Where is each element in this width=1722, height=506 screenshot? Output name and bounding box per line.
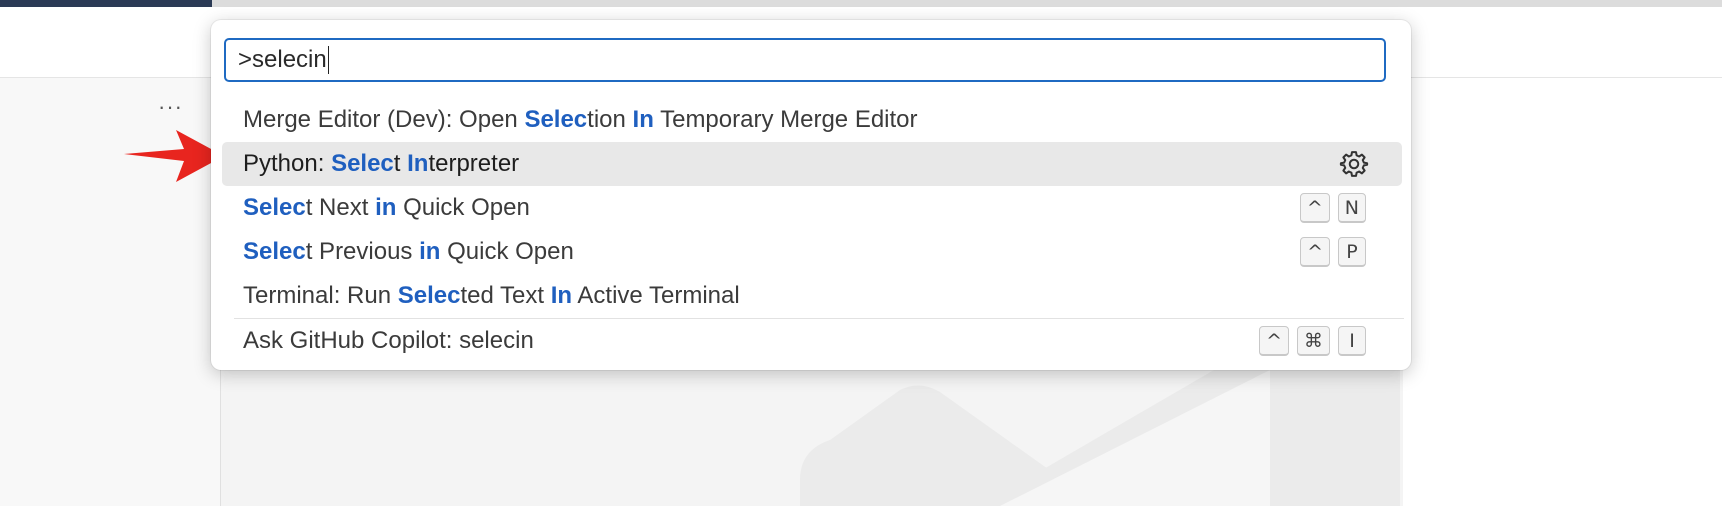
label-text: t Next xyxy=(305,194,376,221)
command-palette-results: Merge Editor (Dev): Open Selection In Te… xyxy=(222,98,1404,363)
command-item-label: Select Previous in Quick Open xyxy=(243,238,574,266)
match-highlight: Selec xyxy=(243,194,306,221)
label-text: Quick Open xyxy=(440,238,574,265)
match-highlight: In xyxy=(632,106,654,133)
keybinding: ^ ⌘ I xyxy=(1259,326,1366,356)
label-text: t xyxy=(393,150,408,177)
command-item-ask-copilot[interactable]: Ask GitHub Copilot: selecin ^ ⌘ I xyxy=(222,319,1402,363)
command-item-merge-editor[interactable]: Merge Editor (Dev): Open Selection In Te… xyxy=(222,98,1402,142)
key-p: P xyxy=(1338,237,1366,267)
match-highlight: in xyxy=(419,238,441,265)
keybinding: ^ P xyxy=(1300,237,1366,267)
command-item-label: Ask GitHub Copilot: selecin xyxy=(243,327,534,355)
command-item-select-next[interactable]: Select Next in Quick Open ^ N xyxy=(222,186,1402,230)
label-text: ted Text xyxy=(460,282,551,309)
title-bar-dark-segment xyxy=(0,0,212,7)
match-highlight: Selec xyxy=(243,238,306,265)
key-control: ^ xyxy=(1299,193,1330,223)
label-text: terpreter xyxy=(428,150,520,177)
label-text: tion xyxy=(587,106,633,133)
key-n: N xyxy=(1337,193,1366,223)
match-highlight: Selec xyxy=(524,106,588,133)
text-caret xyxy=(327,46,329,74)
label-text: Merge Editor (Dev): Open xyxy=(243,106,525,133)
command-item-terminal-run-selected[interactable]: Terminal: Run Selected Text In Active Te… xyxy=(222,274,1402,318)
command-item-label: Terminal: Run Selected Text In Active Te… xyxy=(243,282,740,310)
match-highlight: Selec xyxy=(397,282,461,309)
label-text: Terminal: Run xyxy=(243,282,398,309)
match-highlight: In xyxy=(407,150,429,177)
match-highlight: In xyxy=(550,282,573,309)
command-item-python-select-interpreter[interactable]: Python: Select Interpreter xyxy=(222,142,1402,186)
keybinding: ^ N xyxy=(1299,193,1366,223)
label-text: Active Terminal xyxy=(572,282,740,309)
match-highlight: Selec xyxy=(331,150,394,177)
gear-icon[interactable] xyxy=(1339,149,1369,179)
command-item-label: Python: Select Interpreter xyxy=(243,150,519,178)
key-control: ^ xyxy=(1259,326,1289,356)
label-text: Quick Open xyxy=(396,194,530,221)
label-text: Python: xyxy=(243,150,332,177)
command-palette-input[interactable]: >selecin xyxy=(224,38,1386,82)
key-command: ⌘ xyxy=(1297,326,1330,356)
label-text: t Previous xyxy=(305,238,420,265)
right-panel xyxy=(1403,78,1722,506)
command-item-select-previous[interactable]: Select Previous in Quick Open ^ P xyxy=(222,230,1402,274)
command-item-label: Select Next in Quick Open xyxy=(243,194,530,222)
command-palette-query: >selecin xyxy=(238,46,327,73)
command-item-label: Merge Editor (Dev): Open Selection In Te… xyxy=(243,106,918,134)
key-i: I xyxy=(1338,326,1366,356)
more-actions-button[interactable]: ··· xyxy=(158,94,183,120)
label-text: Temporary Merge Editor xyxy=(653,106,918,133)
label-text: Ask GitHub Copilot: selecin xyxy=(243,327,534,354)
key-control: ^ xyxy=(1300,237,1330,267)
command-palette: >selecin Merge Editor (Dev): Open Select… xyxy=(211,20,1411,370)
match-highlight: in xyxy=(375,194,397,221)
window-top-strip xyxy=(0,0,1722,7)
